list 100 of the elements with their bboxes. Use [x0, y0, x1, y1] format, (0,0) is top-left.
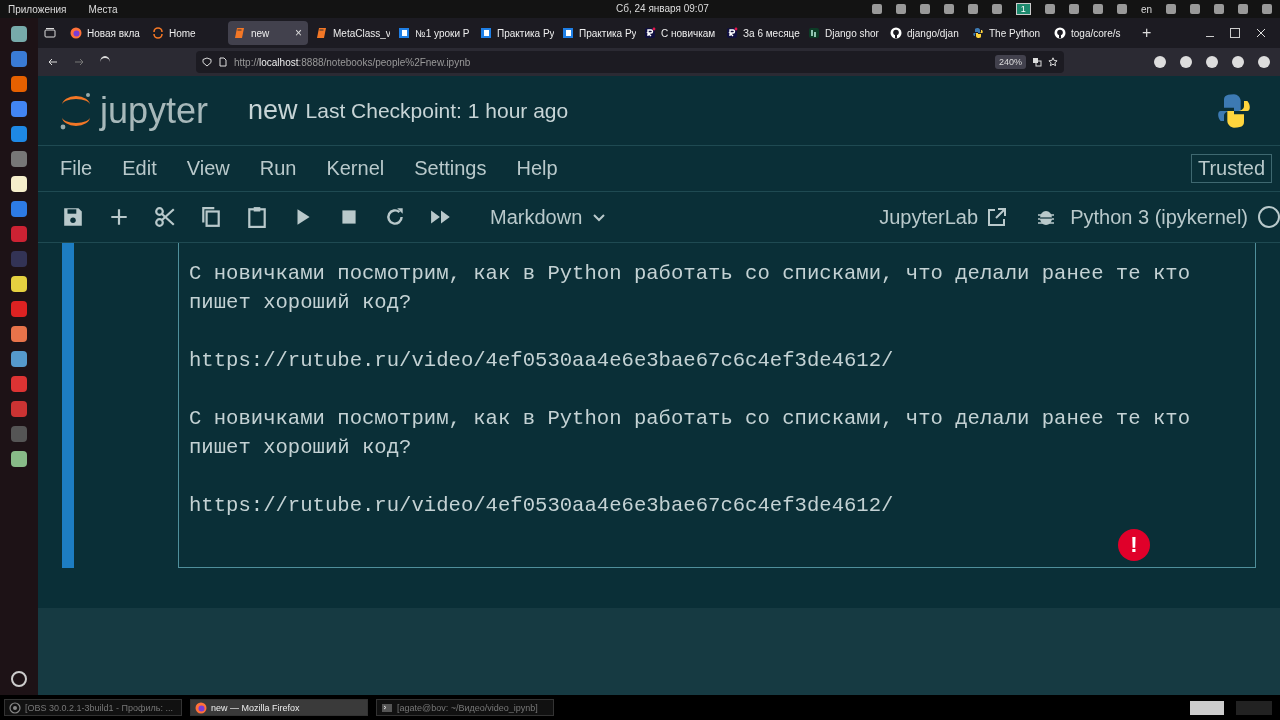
- tray-icon[interactable]: [1092, 4, 1103, 14]
- checkpoint-status: Last Checkpoint: 1 hour ago: [305, 98, 569, 123]
- app-launcher-icon[interactable]: [11, 301, 27, 317]
- close-tab-icon[interactable]: ×: [295, 26, 302, 40]
- tray-icon[interactable]: [895, 4, 906, 14]
- notebook-title[interactable]: new: [248, 95, 298, 126]
- browser-tab[interactable]: Практика Ру: [556, 21, 636, 45]
- tray-icon[interactable]: [1190, 4, 1200, 14]
- app-launcher-icon[interactable]: [11, 101, 27, 117]
- external-link-icon[interactable]: [986, 206, 1009, 228]
- taskbar-window-button[interactable]: [agate@bov: ~/Видео/video_ipynb]: [376, 699, 554, 716]
- tray-icon[interactable]: [991, 4, 1002, 14]
- browser-tab[interactable]: Django shor: [802, 21, 882, 45]
- taskbar-window-button[interactable]: [OBS 30.0.2.1-3build1 - Профиль: ...: [4, 699, 182, 716]
- jupyterlab-link[interactable]: JupyterLab: [873, 204, 1015, 230]
- browser-tab[interactable]: За 6 месяце: [720, 21, 800, 45]
- tray-icon[interactable]: [943, 4, 954, 14]
- browser-tab[interactable]: Home: [146, 21, 226, 45]
- workspace-indicator[interactable]: 1: [1015, 3, 1031, 15]
- clipboard-icon[interactable]: [246, 206, 268, 228]
- top-menu-item[interactable]: Места: [88, 3, 118, 15]
- menu-item[interactable]: View: [186, 157, 230, 180]
- forward-icon[interactable]: [74, 57, 84, 67]
- workspace-switcher[interactable]: [1236, 700, 1272, 715]
- menu-item[interactable]: Kernel: [326, 157, 385, 180]
- app-launcher-icon[interactable]: [11, 451, 27, 467]
- translate-icon[interactable]: [1032, 57, 1042, 67]
- app-launcher-icon[interactable]: [11, 201, 27, 217]
- menu-item[interactable]: Run: [259, 157, 297, 180]
- app-launcher-icon[interactable]: [11, 76, 27, 92]
- scissors-icon[interactable]: [154, 206, 176, 228]
- plus-icon[interactable]: [108, 206, 130, 228]
- trusted-button[interactable]: Trusted: [1190, 154, 1272, 183]
- app-launcher-icon[interactable]: [11, 51, 27, 67]
- browser-tab[interactable]: №1 уроки P: [392, 21, 472, 45]
- error-badge[interactable]: !: [1118, 529, 1150, 561]
- back-icon[interactable]: [48, 57, 58, 67]
- star-icon[interactable]: [1048, 57, 1058, 67]
- browser-tab[interactable]: new ×: [228, 21, 308, 45]
- tray-icon[interactable]: [967, 4, 978, 14]
- browser-tab[interactable]: Практика Ру: [474, 21, 554, 45]
- browser-tab[interactable]: django/djan: [884, 21, 964, 45]
- ring-icon: [152, 27, 164, 39]
- app-launcher-icon[interactable]: [11, 401, 27, 417]
- app-launcher-icon[interactable]: [11, 276, 27, 292]
- taskbar-window-button[interactable]: new — Mozilla Firefox: [190, 699, 368, 716]
- app-launcher-icon[interactable]: [11, 351, 27, 367]
- tray-icon[interactable]: [1262, 4, 1272, 14]
- github-icon: [890, 27, 902, 39]
- tray-icon[interactable]: [919, 4, 930, 14]
- firefox-icon: [70, 27, 82, 39]
- tray-icon[interactable]: [1044, 4, 1055, 14]
- tab-list-icon[interactable]: [44, 27, 56, 39]
- top-menu-item[interactable]: Приложения: [8, 3, 67, 15]
- address-bar[interactable]: http://localhost:8888/notebooks/people%2Fnew.ipynb 240%: [196, 51, 1064, 73]
- app-launcher-icon[interactable]: [11, 226, 27, 242]
- kernel-name[interactable]: Python 3 (ipykernel): [1070, 205, 1248, 229]
- menu-item[interactable]: File: [60, 157, 93, 180]
- menu-item[interactable]: Edit: [122, 157, 157, 180]
- tray-icon[interactable]: [871, 4, 882, 14]
- site-logo-icon: [480, 27, 492, 39]
- book-icon: [234, 27, 246, 39]
- cell-text: С новичками посмотрим, как в Python работать со списками, что делали ранее те кто пишет хороший код?: [189, 261, 1192, 316]
- workspace-switcher[interactable]: [1190, 700, 1224, 715]
- r-logo-icon: [644, 27, 656, 39]
- app-launcher-icon[interactable]: [11, 151, 27, 167]
- zoom-level[interactable]: 240%: [994, 55, 1026, 69]
- menu-item[interactable]: Help: [516, 157, 558, 180]
- copy-icon[interactable]: [200, 206, 222, 228]
- tray-icon[interactable]: [1238, 4, 1248, 14]
- restore-icon[interactable]: [1230, 28, 1240, 38]
- browser-tab[interactable]: MetaClass_v: [310, 21, 390, 45]
- github-icon: [1054, 27, 1066, 39]
- tray-icon[interactable]: [1068, 4, 1079, 14]
- language-indicator[interactable]: en: [1140, 3, 1152, 15]
- cell-text: https://rutube.ru/video/4ef0530aa4e6e3bae67c6c4ef3de4612/: [189, 493, 895, 519]
- app-launcher-icon[interactable]: [11, 376, 27, 392]
- tray-icon[interactable]: [1214, 4, 1224, 14]
- close-icon[interactable]: [1256, 28, 1266, 38]
- menu-item[interactable]: Settings: [414, 157, 487, 180]
- r-logo-icon: [726, 27, 738, 39]
- book-icon: [316, 27, 328, 39]
- new-tab-button[interactable]: +: [1136, 23, 1158, 43]
- app-launcher-icon[interactable]: [11, 126, 27, 142]
- browser-tab[interactable]: toga/core/s: [1048, 21, 1128, 45]
- tray-icon[interactable]: [1116, 4, 1127, 14]
- site-logo-icon: [398, 27, 410, 39]
- clock[interactable]: Сб, 24 января 09:07: [616, 3, 709, 14]
- tray-icon[interactable]: [1166, 4, 1176, 14]
- app-launcher-icon[interactable]: [11, 26, 27, 42]
- browser-tab[interactable]: Новая вкла: [64, 21, 144, 45]
- firefox-icon: [195, 701, 207, 714]
- save-icon[interactable]: [62, 206, 84, 228]
- app-launcher-icon[interactable]: [11, 176, 27, 192]
- browser-tab[interactable]: The Python: [966, 21, 1046, 45]
- cell-collapser[interactable]: [62, 243, 74, 568]
- app-launcher-icon[interactable]: [11, 326, 27, 342]
- cell-type-dropdown[interactable]: Markdown: [484, 204, 613, 230]
- browser-tab[interactable]: С новичкам: [638, 21, 718, 45]
- restart-icon[interactable]: [384, 206, 406, 228]
